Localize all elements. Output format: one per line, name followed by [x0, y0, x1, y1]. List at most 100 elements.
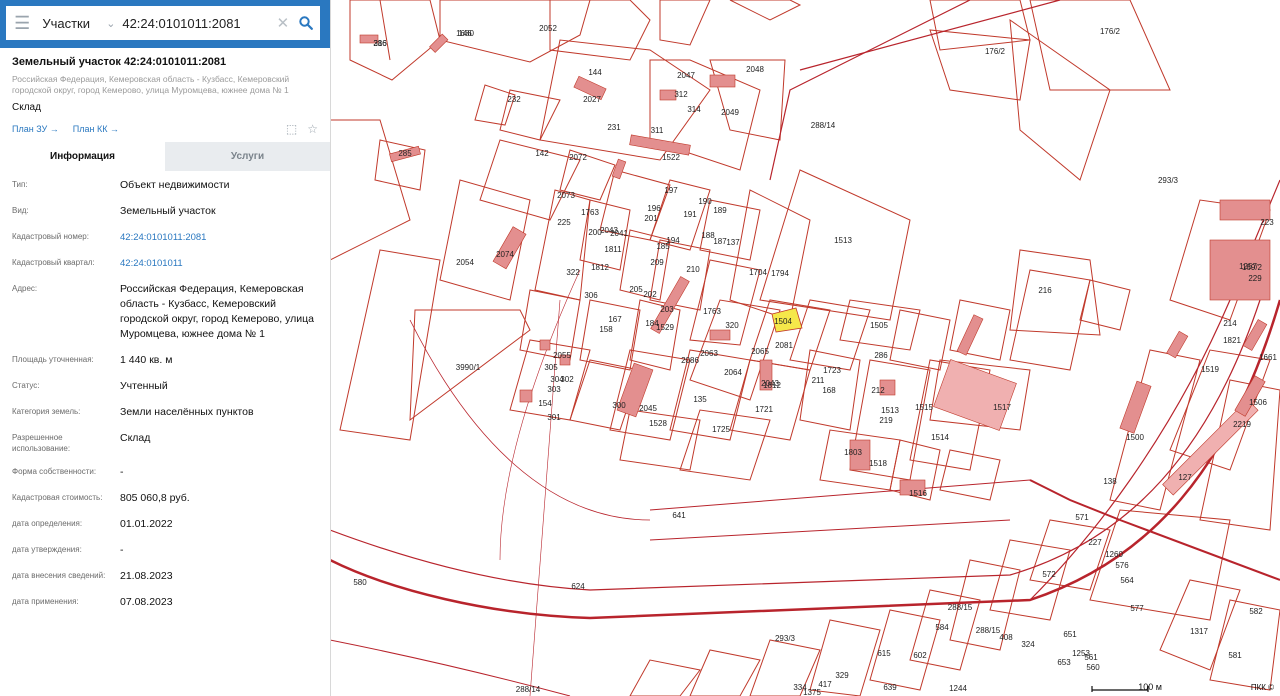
parcel-label: 572 [1042, 570, 1056, 579]
plan-kk-link[interactable]: План КК → [73, 124, 119, 134]
parcel-label: 202 [643, 290, 657, 299]
parcel-label: 189 [713, 206, 727, 215]
parcel-label: 144 [588, 68, 602, 77]
parcel-label: 219 [879, 416, 893, 425]
info-row-date-determined: дата определения: 01.01.2022 [12, 518, 173, 530]
cadastral-quarter-link[interactable]: 42:24:0101011 [120, 256, 318, 271]
parcel-address: Российская Федерация, Кемеровская област… [12, 74, 290, 95]
parcel-label: 176/2 [1100, 27, 1121, 36]
parcel-label: 329 [835, 671, 849, 680]
parcel-label: 301 [547, 413, 561, 422]
parcel-label: 1260 [1105, 550, 1123, 559]
parcel-label: 581 [1228, 651, 1242, 660]
parcel-label: 232 [507, 95, 521, 104]
parcel-label: 216 [1038, 286, 1052, 295]
parcel-label: 651 [1063, 630, 1077, 639]
parcel-label: 288/14 [811, 121, 836, 130]
parcel-label: 1528 [649, 419, 667, 428]
parcel-label: 408 [999, 633, 1013, 642]
parcel-label: 231 [607, 123, 621, 132]
chevron-down-icon[interactable]: ⌄ [101, 17, 120, 30]
cadastral-number-link[interactable]: 42:24:0101011:2081 [120, 230, 318, 245]
parcel-label: 190 [698, 197, 712, 206]
parcel-label: 209 [650, 258, 664, 267]
parcel-label: 1505 [870, 321, 888, 330]
parcel-label: 564 [1120, 576, 1134, 585]
parcel-label: 1500 [1126, 433, 1144, 442]
info-row-cadastral-value: Кадастровая стоимость: 805 060,8 руб. [12, 492, 190, 504]
parcel-label: 286 [373, 39, 387, 48]
parcel-label: 142 [535, 149, 549, 158]
parcel-label: 154 [538, 399, 552, 408]
parcel-label: 653 [1057, 658, 1071, 667]
menu-icon[interactable]: ☰ [6, 6, 38, 40]
parcel-label: 311 [651, 126, 664, 135]
parcel-label: 285 [398, 149, 412, 158]
search-input[interactable] [120, 15, 275, 31]
tab-information[interactable]: Информация [0, 142, 165, 171]
parcel-label: 1812 [591, 263, 609, 272]
info-row-cadastral-quarter: Кадастровый квартал: 42:24:0101011 [12, 249, 318, 275]
plan-zu-link[interactable]: План ЗУ → [12, 124, 59, 134]
search-box: ☰ Участки ⌄ ✕ [6, 6, 320, 40]
parcel-label: 1504 [774, 317, 792, 326]
parcel-label: 2064 [724, 368, 742, 377]
map-canvas[interactable]: 3161462052176/2176/2144 20472048312314 204… [330, 0, 1280, 696]
search-bar: ☰ Участки ⌄ ✕ [0, 0, 330, 48]
parcel-label: 288/14 [516, 685, 541, 694]
info-row-permitted-use: Разрешенное использование: Склад [12, 432, 151, 453]
parcel-label: 2047 [677, 71, 695, 80]
parcel-label: 641 [672, 511, 686, 520]
parcel-label: 2049 [721, 108, 739, 117]
parcel-label: 615 [877, 649, 891, 658]
parcel-label: 577 [1130, 604, 1144, 613]
search-button[interactable] [291, 6, 320, 40]
parcel-label: 203 [660, 305, 674, 314]
parcel-label: 1515 [915, 403, 933, 412]
select-area-icon[interactable]: ⬚ [286, 122, 297, 136]
parcel-label: 2055 [553, 351, 571, 360]
close-icon[interactable]: ✕ [274, 14, 291, 32]
parcel-label: 1529 [656, 323, 674, 332]
parcel-label: 302 [560, 375, 574, 384]
buildings [359, 33, 1271, 496]
info-row-status: Статус: Учтенный [12, 380, 168, 392]
parcel-label: 1803 [844, 448, 862, 457]
parcel-label: 580 [353, 578, 367, 587]
parcel-label: 314 [687, 105, 701, 114]
parcel-label: 2086 [681, 356, 699, 365]
parcel-label: 1821 [1223, 336, 1241, 345]
parcel-title: Земельный участок 42:24:0101011:2081 [12, 56, 227, 68]
parcel-label: 2065 [751, 347, 769, 356]
info-row-date-applied: дата применения: 07.08.2023 [12, 596, 173, 608]
parcel-label: 602 [913, 651, 927, 660]
parcel-label: 167 [608, 315, 622, 324]
parcel-label: 158 [599, 325, 613, 334]
parcel-label: 169/2 [1242, 263, 1263, 272]
parcel-label: 229 [1248, 274, 1262, 283]
parcel-label: 288/15 [948, 603, 973, 612]
parcel-labels: 3161462052176/2176/2144 20472048312314 204… [353, 24, 1277, 696]
scale-bar-label: 100 м [1138, 682, 1162, 692]
search-icon [299, 16, 313, 30]
cadastral-map[interactable]: 316 146 2052 176/2 176/2 144 2047 2048 312 314 204… [330, 0, 1280, 696]
parcel-label: 191 [683, 210, 697, 219]
parcel-label: 2052 [539, 24, 557, 33]
info-row-ownership: Форма собственности: - [12, 466, 124, 478]
parcel-label: 2045 [639, 404, 657, 413]
parcel-label: 1725 [712, 425, 730, 434]
parcel-label: 168 [822, 386, 836, 395]
parcel-label: 2054 [456, 258, 474, 267]
parcel-label: 1375 [803, 688, 821, 696]
category-select[interactable]: Участки [38, 16, 101, 31]
parcel-label: 560 [1086, 663, 1100, 672]
parcel-label: 584 [935, 623, 949, 632]
copyright: ПКК © [1250, 683, 1274, 692]
parcel-label: 135 [693, 395, 707, 404]
parcel-label: 227 [1088, 538, 1102, 547]
star-icon[interactable]: ☆ [307, 122, 318, 136]
tab-services[interactable]: Услуги [165, 142, 330, 171]
parcel-label: 1522 [662, 153, 680, 162]
parcel-label: 561 [1084, 653, 1098, 662]
parcel-label: 2219 [1233, 420, 1251, 429]
